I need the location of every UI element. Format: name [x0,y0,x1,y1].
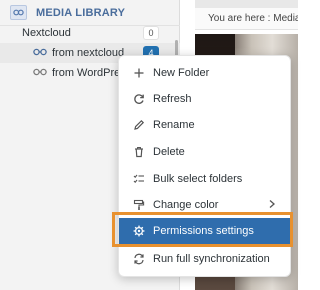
chevron-right-icon [268,199,276,212]
menu-item-delete[interactable]: Delete [119,139,290,165]
menu-item-label: Run full synchronization [153,253,270,265]
folder-plus-icon [133,67,145,79]
refresh-icon [133,93,145,105]
menu-item-label: Delete [153,146,185,158]
menu-item-label: Refresh [153,93,192,105]
menu-item-rename[interactable]: Rename [119,112,290,138]
menu-item-label: Change color [153,199,219,211]
menu-item-refresh[interactable]: Refresh [119,86,290,112]
highlight-outline [112,212,293,247]
menu-item-new-folder[interactable]: New Folder [119,60,290,86]
checklist-icon [133,173,145,185]
link-icon [33,67,47,79]
sync-icon [133,253,145,265]
tree-item-nextcloud[interactable]: Nextcloud 0 [0,23,180,43]
menu-item-label: Rename [153,119,195,131]
breadcrumb: You are here : Media [195,8,298,30]
menu-item-run-full-sync[interactable]: Run full synchronization [119,246,290,272]
menu-item-label: New Folder [153,67,210,79]
tree-item-label: Nextcloud [22,27,71,39]
tree-item-label: from WordPres [52,67,126,79]
folder-count-badge: 0 [143,26,159,40]
media-library-title: MEDIA LIBRARY [36,6,126,19]
media-library-icon [10,5,27,20]
toolbar-strip [195,0,298,8]
trash-icon [133,146,145,158]
tree-item-label: from nextcloud [52,47,125,59]
pencil-icon [133,119,145,131]
paint-roller-icon [133,199,145,211]
menu-item-bulk-select[interactable]: Bulk select folders [119,166,290,192]
link-icon [33,47,47,59]
menu-item-label: Bulk select folders [153,173,243,185]
